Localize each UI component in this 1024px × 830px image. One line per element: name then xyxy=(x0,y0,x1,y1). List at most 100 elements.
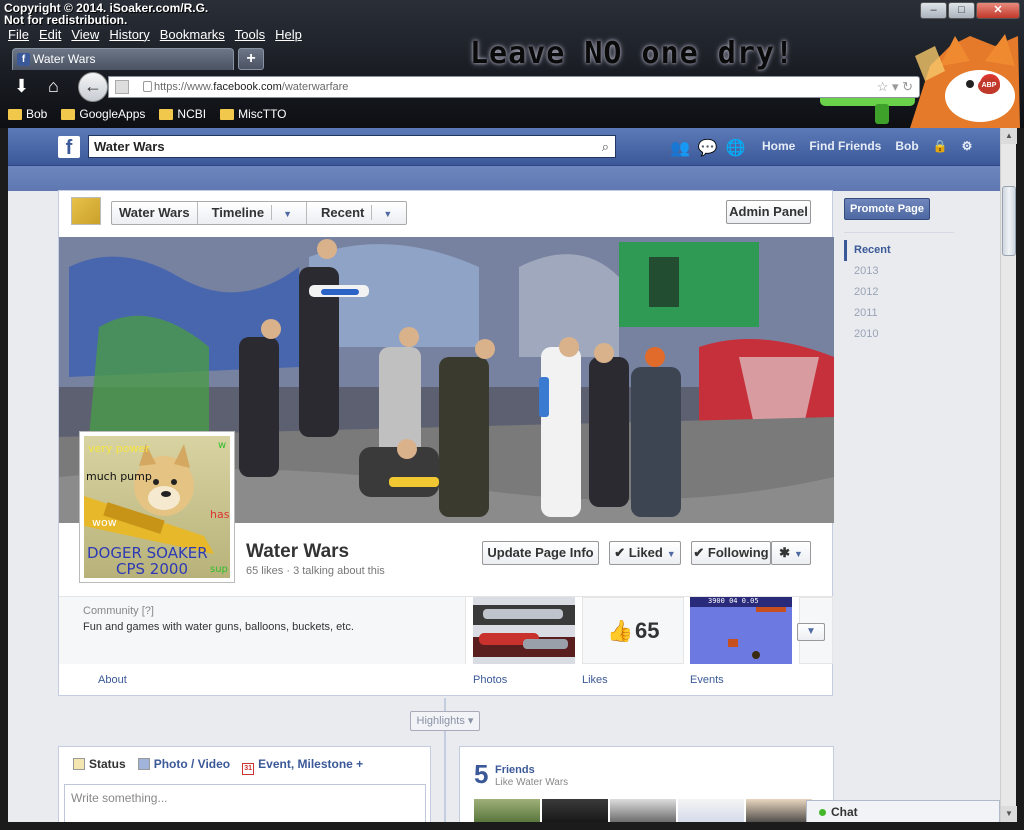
events-tile[interactable]: 3900 04 0.05 xyxy=(690,597,792,664)
adblock-icon[interactable]: ABP xyxy=(978,78,1000,94)
update-page-info-button[interactable]: Update Page Info xyxy=(482,541,599,565)
friends-link[interactable]: Friends xyxy=(495,764,535,776)
category-help-link[interactable]: [?] xyxy=(142,605,154,617)
folder-icon xyxy=(220,108,235,120)
copyright-notice: Copyright © 2014. iSoaker.com/R.G. Not f… xyxy=(4,2,208,26)
close-button[interactable]: ✕ xyxy=(976,2,1020,19)
new-tab-button[interactable]: + xyxy=(238,48,264,70)
menu-history[interactable]: History xyxy=(109,27,149,42)
crumb-recent[interactable]: Recent ▼ xyxy=(307,202,406,224)
friend-thumbnail[interactable] xyxy=(746,799,812,822)
page-options-button[interactable]: ✱ ▼ xyxy=(771,541,811,565)
search-input[interactable]: Water Wars ⌕ xyxy=(88,135,616,158)
status-input[interactable]: Write something... xyxy=(64,784,426,822)
friend-thumbnail[interactable] xyxy=(610,799,676,822)
settings-gear-icon[interactable]: ⚙ xyxy=(962,139,973,153)
photo-video-tab-label: Photo / Video xyxy=(153,757,231,771)
nav-home-link[interactable]: Home xyxy=(762,139,795,153)
chat-bar[interactable]: Chat xyxy=(806,800,1000,822)
year-recent[interactable]: Recent xyxy=(844,240,964,261)
friend-thumbnail[interactable] xyxy=(542,799,608,822)
scrollbar-thumb[interactable] xyxy=(1002,186,1016,256)
more-tiles-button[interactable]: ▼ xyxy=(797,623,825,641)
folder-icon xyxy=(159,108,174,120)
notifications-globe-icon[interactable]: 🌐 xyxy=(726,138,746,158)
gear-icon: ✱ xyxy=(779,545,790,560)
sidebar-divider xyxy=(844,232,954,233)
liked-button[interactable]: ✔ Liked ▼ xyxy=(609,541,681,565)
promote-page-button[interactable]: Promote Page xyxy=(844,198,930,220)
menu-help[interactable]: Help xyxy=(275,27,302,42)
profile-picture[interactable]: very power w much pump wow has DOGER SOA… xyxy=(79,431,235,583)
scroll-down-arrow-icon[interactable]: ▼ xyxy=(1001,806,1017,822)
likes-tile-label[interactable]: Likes xyxy=(582,674,608,686)
doge-soaker-image: very power w much pump wow has DOGER SOA… xyxy=(84,436,230,578)
calendar-icon: 31 xyxy=(242,763,255,775)
menu-bookmarks[interactable]: Bookmarks xyxy=(160,27,225,42)
year-2010[interactable]: 2010 xyxy=(844,324,964,345)
likes-count: 65 xyxy=(635,618,660,643)
menu-edit[interactable]: Edit xyxy=(39,27,61,42)
nav-profile-link[interactable]: Bob xyxy=(895,139,918,153)
photo-video-tab[interactable]: Photo / Video xyxy=(137,757,231,775)
nav-find-friends-link[interactable]: Find Friends xyxy=(809,139,881,153)
doge-text-w: w xyxy=(218,440,227,451)
status-tab[interactable]: Status xyxy=(73,757,126,775)
following-button[interactable]: ✔ Following xyxy=(691,541,771,565)
banner-slogan: Leave NO one dry! xyxy=(470,36,795,71)
friend-requests-icon[interactable]: 👥 xyxy=(670,138,690,158)
url-domain: facebook.com xyxy=(213,81,282,93)
bookmark-label: NCBI xyxy=(177,107,207,121)
page-scrollbar[interactable]: ▲ ▼ xyxy=(1000,128,1017,822)
friend-thumbnail[interactable] xyxy=(678,799,744,822)
minimize-button[interactable]: – xyxy=(920,2,947,19)
page-title[interactable]: Water Wars xyxy=(246,541,349,563)
facebook-logo-icon[interactable]: f xyxy=(58,136,80,159)
maximize-button[interactable]: □ xyxy=(948,2,975,19)
messages-icon[interactable]: 💬 xyxy=(698,138,718,158)
about-link[interactable]: About xyxy=(98,674,127,686)
browser-chrome: Copyright © 2014. iSoaker.com/R.G. Not f… xyxy=(0,0,1024,128)
bookmark-ncbi[interactable]: NCBI xyxy=(159,107,206,121)
privacy-shortcuts-icon[interactable]: 🔒 xyxy=(933,139,948,153)
year-2011[interactable]: 2011 xyxy=(844,303,964,324)
url-bar[interactable]: https://www.facebook.com/waterwarfare ☆ … xyxy=(108,76,920,98)
chevron-down-icon: ▼ xyxy=(283,209,292,219)
bookmark-star-icon[interactable]: ☆ ▾ ↻ xyxy=(877,77,913,97)
menu-view[interactable]: View xyxy=(71,27,99,42)
highlights-dropdown[interactable]: Highlights ▾ xyxy=(410,711,480,731)
bookmark-bob[interactable]: Bob xyxy=(8,107,47,121)
year-2013[interactable]: 2013 xyxy=(844,261,964,282)
download-icon[interactable]: ⬇ xyxy=(14,74,29,98)
event-milestone-tab[interactable]: 31 Event, Milestone + xyxy=(242,757,363,775)
scroll-up-arrow-icon[interactable]: ▲ xyxy=(1001,128,1017,144)
doge-text-wow: wow xyxy=(92,516,117,529)
bookmark-label: Bob xyxy=(26,107,48,121)
admin-panel-button[interactable]: Admin Panel xyxy=(726,200,811,224)
notification-icons: 👥 💬 🌐 xyxy=(670,138,746,158)
search-icon[interactable]: ⌕ xyxy=(602,136,609,157)
photos-tile-label[interactable]: Photos xyxy=(473,674,507,686)
bookmark-label: MiscTTO xyxy=(238,107,287,121)
page-thumbnail[interactable] xyxy=(71,197,101,225)
photos-tile[interactable] xyxy=(473,597,575,664)
following-label: ✔ Following xyxy=(693,545,769,560)
bookmark-googleapps[interactable]: GoogleApps xyxy=(61,107,145,121)
year-2012[interactable]: 2012 xyxy=(844,282,964,303)
back-button[interactable]: ← xyxy=(78,72,108,102)
window-controls: – □ ✕ xyxy=(919,2,1020,19)
home-icon[interactable]: ⌂ xyxy=(48,74,59,98)
page-stats: 65 likes · 3 talking about this xyxy=(246,565,385,577)
crumb-page-name[interactable]: Water Wars xyxy=(112,202,198,224)
menu-file[interactable]: File xyxy=(8,27,29,42)
likes-tile[interactable]: 👍 65 xyxy=(582,597,684,664)
menu-tools[interactable]: Tools xyxy=(235,27,265,42)
browser-tab[interactable]: f Water Wars xyxy=(12,48,234,70)
doge-text-very-power: very power xyxy=(88,442,150,455)
crumb-timeline[interactable]: Timeline ▼ xyxy=(198,202,307,224)
lock-icon xyxy=(143,81,152,92)
friend-thumbnail[interactable] xyxy=(474,799,540,822)
events-tile-label[interactable]: Events xyxy=(690,674,724,686)
bookmark-miscttto[interactable]: MiscTTO xyxy=(220,107,287,121)
chat-label: Chat xyxy=(831,805,858,819)
